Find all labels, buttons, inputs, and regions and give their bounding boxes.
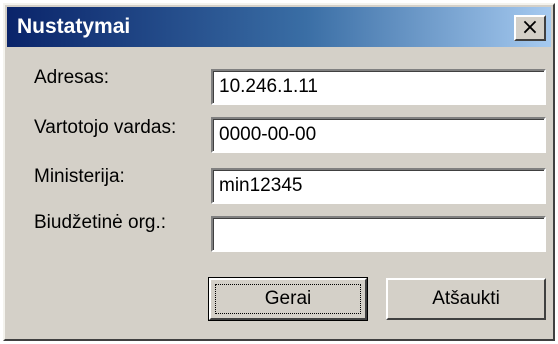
window-title: Nustatymai	[17, 15, 131, 38]
ministry-input[interactable]	[211, 168, 546, 204]
address-label: Adresas:	[34, 67, 109, 88]
cancel-button-label: Atšaukti	[432, 288, 500, 309]
username-label: Vartotojo vardas:	[34, 117, 177, 138]
username-input[interactable]	[211, 117, 546, 153]
close-icon: ×	[520, 15, 540, 40]
ok-button[interactable]: Gerai	[208, 277, 368, 321]
address-input[interactable]	[211, 69, 546, 105]
ministry-label: Ministerija:	[34, 166, 125, 187]
cancel-button[interactable]: Atšaukti	[386, 278, 546, 320]
budget-org-input[interactable]	[211, 216, 546, 252]
budget-org-label: Biudžetinė org.:	[34, 212, 167, 233]
close-button[interactable]: ×	[514, 15, 546, 41]
title-bar[interactable]: Nustatymai ×	[7, 7, 551, 47]
settings-dialog: Nustatymai × Adresas: Vartotojo vardas: …	[3, 3, 555, 341]
focus-rectangle	[215, 284, 361, 314]
